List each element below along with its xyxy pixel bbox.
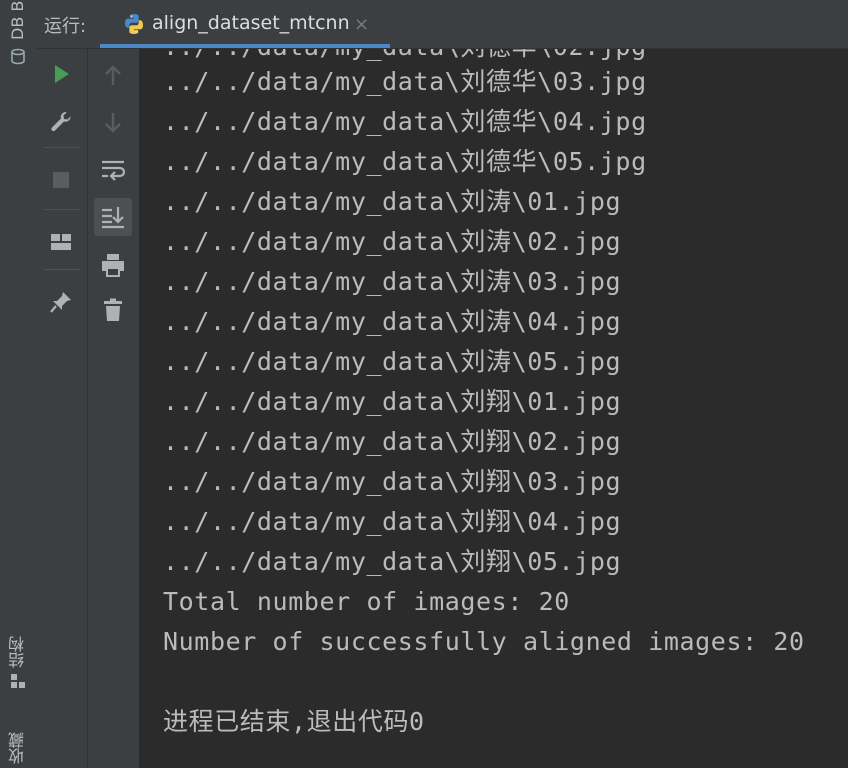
console-line: ../../data/my_data\刘德华\05.jpg xyxy=(163,147,647,176)
structure-tab[interactable]: 结构 xyxy=(8,624,28,668)
console-line: 进程已结束,退出代码0 xyxy=(163,707,425,736)
scroll-to-end-icon[interactable] xyxy=(100,204,126,230)
run-label: 运行: xyxy=(44,16,87,37)
active-tab-indicator xyxy=(100,44,390,48)
console-line: ../../data/my_data\刘涛\01.jpg xyxy=(163,187,622,216)
print-icon[interactable] xyxy=(100,252,126,278)
close-tab-icon[interactable]: × xyxy=(354,14,369,35)
soft-wrap-icon[interactable] xyxy=(100,157,126,183)
console-line: ../../data/my_data\刘翔\04.jpg xyxy=(163,507,622,536)
python-icon xyxy=(125,14,143,34)
arrow-up-icon[interactable] xyxy=(100,63,126,89)
trash-icon[interactable] xyxy=(100,297,126,323)
arrow-down-icon[interactable] xyxy=(100,109,126,135)
favorites-tab[interactable]: 收藏 xyxy=(8,720,28,764)
tab-title: align_dataset_mtcnn xyxy=(152,12,350,34)
toolbar-separator xyxy=(44,147,80,148)
run-tab-bar: 运行: align_dataset_mtcnn × xyxy=(36,0,848,49)
console-line: ../../data/my_data\刘翔\05.jpg xyxy=(163,547,622,576)
console-line: ../../data/my_data\刘涛\05.jpg xyxy=(163,347,622,376)
console-line: ../../data/my_data\刘德华\03.jpg xyxy=(163,67,647,96)
console-line: ../../data/my_data\刘翔\03.jpg xyxy=(163,467,622,496)
console-line: ../../data/my_data\刘德华\04.jpg xyxy=(163,107,647,136)
console-actions-toolbar xyxy=(88,49,140,768)
db-browser-icon[interactable] xyxy=(9,48,27,66)
console-line: ../../data/my_data\刘翔\02.jpg xyxy=(163,427,622,456)
tab-align-dataset-mtcnn[interactable]: align_dataset_mtcnn × xyxy=(100,0,390,48)
layout-icon[interactable] xyxy=(48,229,74,255)
stop-icon[interactable] xyxy=(48,167,74,193)
console-line: Total number of images: 20 xyxy=(163,587,570,616)
console-line: ../../data/my_data\刘涛\04.jpg xyxy=(163,307,622,336)
console-line: ../../data/my_data\刘翔\01.jpg xyxy=(163,387,622,416)
console-line: ../../data/my_data\刘涛\02.jpg xyxy=(163,227,622,256)
play-icon[interactable] xyxy=(48,61,74,87)
structure-icon[interactable] xyxy=(9,672,27,690)
tool-window-strip: DB B 结构 收藏 xyxy=(0,0,37,768)
run-actions-toolbar xyxy=(36,49,88,768)
console-output[interactable]: ../../data/my_data\刘德华\02.jpg ../../data… xyxy=(140,49,848,768)
toolbar-separator xyxy=(44,209,80,210)
pin-icon[interactable] xyxy=(48,289,74,315)
console-line: ../../data/my_data\刘涛\03.jpg xyxy=(163,267,622,296)
console-line: Number of successfully aligned images: 2… xyxy=(163,627,805,656)
toolbar-separator xyxy=(44,269,80,270)
wrench-icon[interactable] xyxy=(48,109,74,135)
db-browser-tab[interactable]: DB B xyxy=(8,0,28,40)
